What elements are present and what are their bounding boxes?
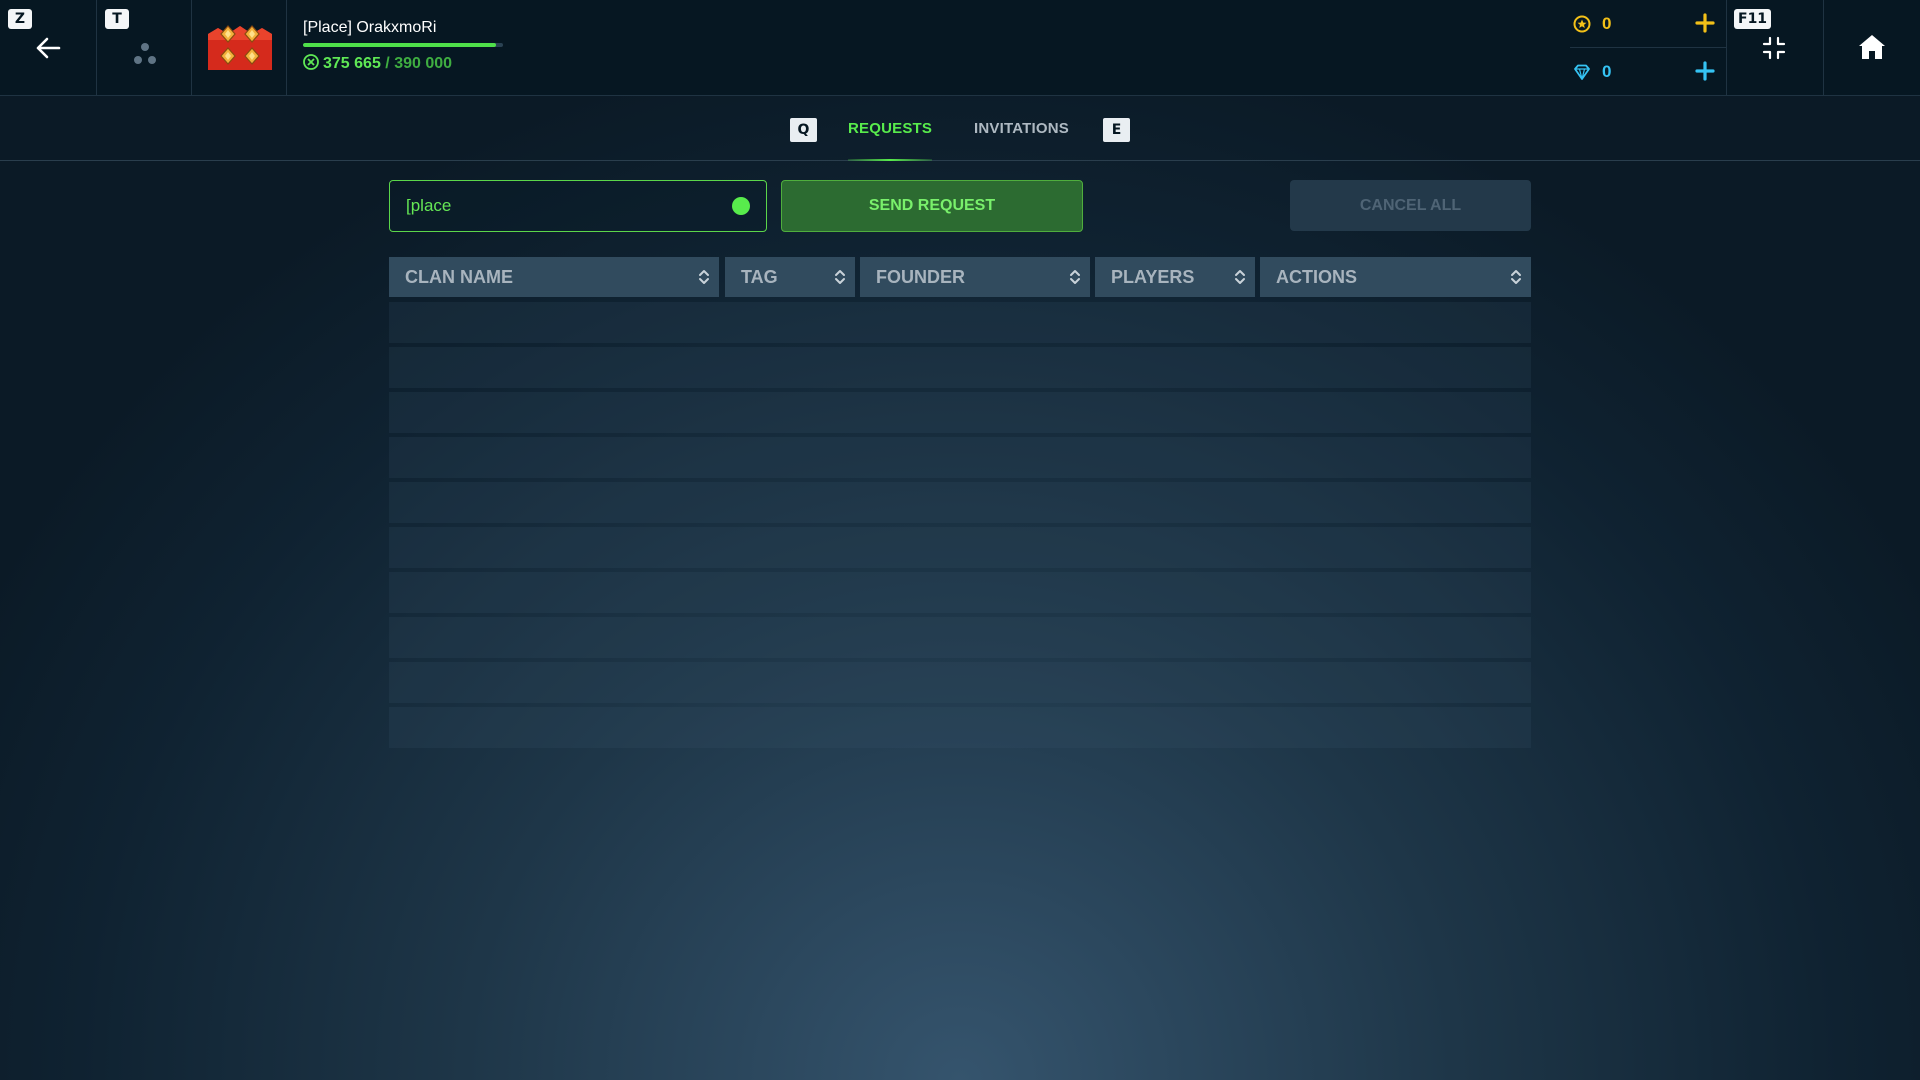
gold-value: 0 [1602,14,1612,33]
xp-icon [303,54,319,70]
sort-icon [699,270,709,284]
gem-icon [1574,64,1590,80]
column-label: TAG [741,267,778,287]
fullscreen-hotkey: F11 [1734,9,1772,29]
home-button[interactable] [1824,0,1920,96]
column-tag[interactable]: TAG [725,257,855,297]
table-body [389,302,1531,752]
column-actions[interactable]: ACTIONS [1260,257,1531,297]
table-row [389,302,1531,343]
table-row [389,662,1531,703]
team-hotkey: T [105,9,129,29]
cancel-all-button[interactable]: CANCEL ALL [1290,180,1531,231]
send-request-button[interactable]: SEND REQUEST [781,180,1083,232]
xp-progress-fill [303,43,496,47]
table-row [389,617,1531,658]
sort-icon [1235,270,1245,284]
xp-progress-bar [303,43,503,47]
xp-readout: 375 665 / 390 000 [303,54,452,73]
top-bar: Z T [Place] OrakxmoRi 375 665 / 390 000 … [0,0,1920,96]
table-row [389,527,1531,568]
table-row [389,437,1531,478]
sort-icon [835,270,845,284]
rank-emblem-icon [208,25,272,70]
add-gold-icon[interactable] [1694,12,1716,34]
table-row [389,482,1531,523]
table-row [389,392,1531,433]
xp-total: 390 000 [394,55,453,72]
column-founder[interactable]: FOUNDER [860,257,1090,297]
sort-icon [1511,270,1521,284]
clan-requests-table: CLAN NAME TAG FOUNDER PLAYERS ACTIONS [389,257,1531,748]
fullscreen-button[interactable]: F11 [1727,0,1824,96]
home-icon [1859,35,1885,59]
next-tab-hotkey[interactable]: E [1103,118,1130,142]
prev-tab-hotkey[interactable]: Q [790,118,817,142]
tab-invitations[interactable]: INVITATIONS [974,97,1069,161]
column-clan-name[interactable]: CLAN NAME [389,257,719,297]
xp-separator: / [385,55,390,72]
back-hotkey: Z [8,9,32,29]
table-row [389,707,1531,748]
gold-currency-row: 0 [1570,0,1726,48]
tab-requests[interactable]: REQUESTS [848,97,933,161]
currency-panel: 0 0 [1570,0,1727,96]
exit-fullscreen-icon [1762,36,1786,60]
tab-bar: Q REQUESTS INVITATIONS E [0,97,1920,161]
profile-emblem-button[interactable] [192,0,287,96]
player-info: [Place] OrakxmoRi 375 665 / 390 000 [303,18,513,78]
clan-search-field[interactable] [389,180,767,232]
xp-current: 375 665 [323,55,381,72]
clan-search-input[interactable] [406,181,726,230]
column-label: FOUNDER [876,267,965,287]
table-row [389,347,1531,388]
gold-coin-icon [1573,15,1591,33]
arrow-left-icon [36,37,61,59]
table-row [389,572,1531,613]
search-status-dot [732,197,750,215]
table-header: CLAN NAME TAG FOUNDER PLAYERS ACTIONS [389,257,1531,297]
gem-currency-row: 0 [1570,48,1726,96]
sort-icon [1070,270,1080,284]
team-dots-icon [134,43,156,64]
gem-value: 0 [1602,62,1612,81]
column-label: ACTIONS [1276,267,1357,287]
column-players[interactable]: PLAYERS [1095,257,1255,297]
column-label: CLAN NAME [405,267,513,287]
add-gem-icon[interactable] [1694,60,1716,82]
team-button[interactable]: T [97,0,192,96]
back-button[interactable]: Z [0,0,97,96]
column-label: PLAYERS [1111,267,1195,287]
player-name: [Place] OrakxmoRi [303,19,437,36]
app-root: Z T [Place] OrakxmoRi 375 665 / 390 000 … [0,0,1920,1080]
